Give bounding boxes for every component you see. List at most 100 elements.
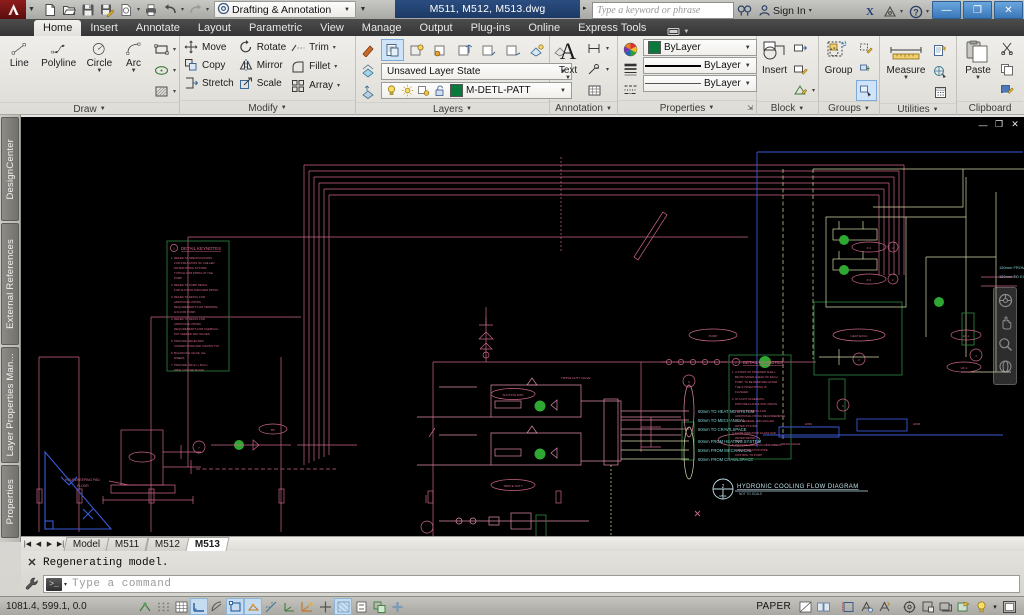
snap-mode-toggle[interactable] bbox=[154, 598, 172, 615]
layout-tab-m511[interactable]: M511 bbox=[105, 537, 150, 551]
tab-home[interactable]: Home bbox=[34, 20, 82, 36]
previous-layout-button[interactable]: ◀ bbox=[33, 538, 44, 551]
lineweight-toggle[interactable] bbox=[334, 598, 352, 615]
table-icon[interactable] bbox=[584, 80, 605, 101]
panel-title-clipboard[interactable]: Clipboard bbox=[957, 101, 1023, 115]
open-icon[interactable] bbox=[60, 1, 78, 18]
sign-in-button[interactable]: Sign In ▾ bbox=[754, 2, 815, 19]
edit-block-icon[interactable] bbox=[790, 59, 811, 80]
status-bulb-icon[interactable] bbox=[972, 598, 990, 615]
transparency-toggle[interactable] bbox=[352, 598, 370, 615]
application-menu-caret[interactable]: ▼ bbox=[26, 0, 37, 19]
new-icon[interactable] bbox=[41, 1, 59, 18]
dimension-caret[interactable]: ▾ bbox=[605, 39, 610, 58]
arc-dropdown-caret[interactable]: ▼ bbox=[131, 68, 137, 74]
ellipse-caret[interactable]: ▾ bbox=[172, 61, 177, 80]
minimize-button[interactable]: — bbox=[932, 1, 961, 19]
text-button[interactable]: A Text ▼ bbox=[552, 38, 584, 82]
dock-designcenter[interactable]: DesignCenter bbox=[1, 117, 19, 221]
lineweight-caret[interactable]: ▼ bbox=[741, 63, 755, 69]
group-selection-icon[interactable] bbox=[856, 80, 877, 101]
search-icon[interactable] bbox=[736, 2, 753, 19]
fillet-button[interactable]: Fillet bbox=[289, 58, 333, 76]
plot-icon[interactable] bbox=[142, 1, 160, 18]
match-properties-icon[interactable] bbox=[997, 80, 1018, 101]
layer-previous-icon[interactable] bbox=[358, 60, 379, 81]
zoom-icon[interactable] bbox=[997, 336, 1013, 352]
panel-groups-expand-caret[interactable]: ▼ bbox=[864, 106, 870, 112]
tab-plugins[interactable]: Plug-ins bbox=[462, 20, 520, 36]
exchange-apps-icon[interactable]: X bbox=[861, 3, 878, 20]
maximize-button[interactable]: ❐ bbox=[963, 1, 992, 19]
tab-annotate[interactable]: Annotate bbox=[127, 20, 189, 36]
steering-wheel-icon[interactable] bbox=[997, 292, 1013, 308]
layout-tab-m513[interactable]: M513 bbox=[185, 537, 230, 551]
paste-dropdown-caret[interactable]: ▼ bbox=[975, 75, 981, 81]
panel-draw-expand-caret[interactable]: ▼ bbox=[100, 106, 106, 112]
grid-display-toggle[interactable] bbox=[172, 598, 190, 615]
measure-dropdown-caret[interactable]: ▼ bbox=[903, 75, 909, 81]
array-caret[interactable]: ▾ bbox=[336, 76, 341, 95]
layer-unlocked-icon[interactable] bbox=[431, 83, 447, 99]
annotation-visibility-icon[interactable] bbox=[857, 598, 875, 615]
pan-icon[interactable] bbox=[997, 314, 1013, 330]
orbit-icon[interactable] bbox=[997, 358, 1013, 374]
rotate-button[interactable]: Rotate bbox=[237, 38, 289, 56]
undo-icon[interactable] bbox=[161, 1, 179, 18]
help-icon[interactable]: ? bbox=[907, 3, 924, 20]
document-title-caret[interactable]: ▸ bbox=[583, 4, 587, 12]
selection-cycling-toggle[interactable] bbox=[370, 598, 388, 615]
linetype-stack-icon[interactable] bbox=[620, 79, 641, 99]
leader-caret[interactable]: ▾ bbox=[605, 60, 610, 79]
lineweight-stack-icon[interactable] bbox=[620, 59, 641, 79]
dock-layer-properties-manager[interactable]: Layer Properties Man... bbox=[1, 347, 19, 463]
panel-title-properties[interactable]: Properties ▼ ⇲ bbox=[618, 100, 756, 115]
object-color-caret[interactable]: ▼ bbox=[741, 45, 755, 51]
infer-constraints-toggle[interactable] bbox=[136, 598, 154, 615]
drawing-minimize-button[interactable]: — bbox=[977, 119, 989, 130]
annotation-monitor-toggle[interactable] bbox=[388, 598, 406, 615]
tab-output[interactable]: Output bbox=[411, 20, 462, 36]
dock-properties[interactable]: Properties bbox=[1, 465, 19, 538]
chevron-down-icon[interactable]: ▼ bbox=[341, 7, 353, 13]
hardware-accel-icon[interactable] bbox=[936, 598, 954, 615]
ribbon-display-options[interactable]: ▼ bbox=[667, 27, 689, 36]
application-menu-button[interactable] bbox=[0, 0, 26, 19]
clean-screen-icon[interactable] bbox=[1000, 598, 1018, 615]
close-button[interactable]: ✕ bbox=[994, 1, 1023, 19]
linetype-dropdown[interactable]: ByLayer ▼ bbox=[643, 75, 757, 92]
tab-insert[interactable]: Insert bbox=[81, 20, 127, 36]
circle-dropdown-caret[interactable]: ▼ bbox=[96, 68, 102, 74]
save-icon[interactable] bbox=[79, 1, 97, 18]
layer-properties-icon[interactable] bbox=[381, 39, 404, 61]
create-block-icon[interactable] bbox=[790, 38, 811, 59]
command-options-icon[interactable] bbox=[21, 577, 43, 591]
layer-state-dropdown[interactable]: Unsaved Layer State ▼ bbox=[381, 63, 572, 80]
redo-caret[interactable]: ▾ bbox=[205, 0, 210, 19]
command-prompt-caret[interactable]: ▾ bbox=[64, 581, 67, 588]
rectangle-icon[interactable] bbox=[151, 39, 172, 60]
cut-icon[interactable] bbox=[997, 38, 1018, 59]
layer-on-bulb-icon[interactable] bbox=[383, 83, 399, 99]
plot-preview-icon[interactable] bbox=[117, 1, 135, 18]
tab-view[interactable]: View bbox=[311, 20, 353, 36]
copy-button[interactable]: Copy bbox=[182, 56, 237, 74]
panel-title-layers[interactable]: Layers ▼ bbox=[356, 102, 549, 115]
layer-vp-freeze-icon[interactable] bbox=[415, 83, 431, 99]
panel-title-utilities[interactable]: Utilities ▼ bbox=[880, 103, 956, 115]
dynamic-ucs-toggle[interactable] bbox=[298, 598, 316, 615]
line-button[interactable]: Line bbox=[2, 39, 37, 69]
panel-modify-expand-caret[interactable]: ▼ bbox=[281, 105, 287, 111]
group-edit-icon[interactable] bbox=[856, 59, 877, 80]
workspace-selector[interactable]: Drafting & Annotation ▼ bbox=[214, 1, 356, 18]
first-layout-button[interactable]: |◀ bbox=[22, 538, 33, 551]
panel-title-draw[interactable]: Draw ▼ bbox=[0, 102, 179, 115]
lineweight-dropdown[interactable]: ByLayer ▼ bbox=[643, 57, 757, 74]
hatch-icon[interactable] bbox=[151, 81, 172, 102]
move-button[interactable]: Move bbox=[182, 38, 237, 56]
leader-icon[interactable] bbox=[584, 59, 605, 80]
define-attributes-icon[interactable] bbox=[790, 80, 811, 101]
panel-title-annotation[interactable]: Annotation ▼ bbox=[550, 101, 617, 115]
copy-clip-icon[interactable] bbox=[997, 59, 1018, 80]
trim-caret[interactable]: ▾ bbox=[332, 38, 337, 57]
